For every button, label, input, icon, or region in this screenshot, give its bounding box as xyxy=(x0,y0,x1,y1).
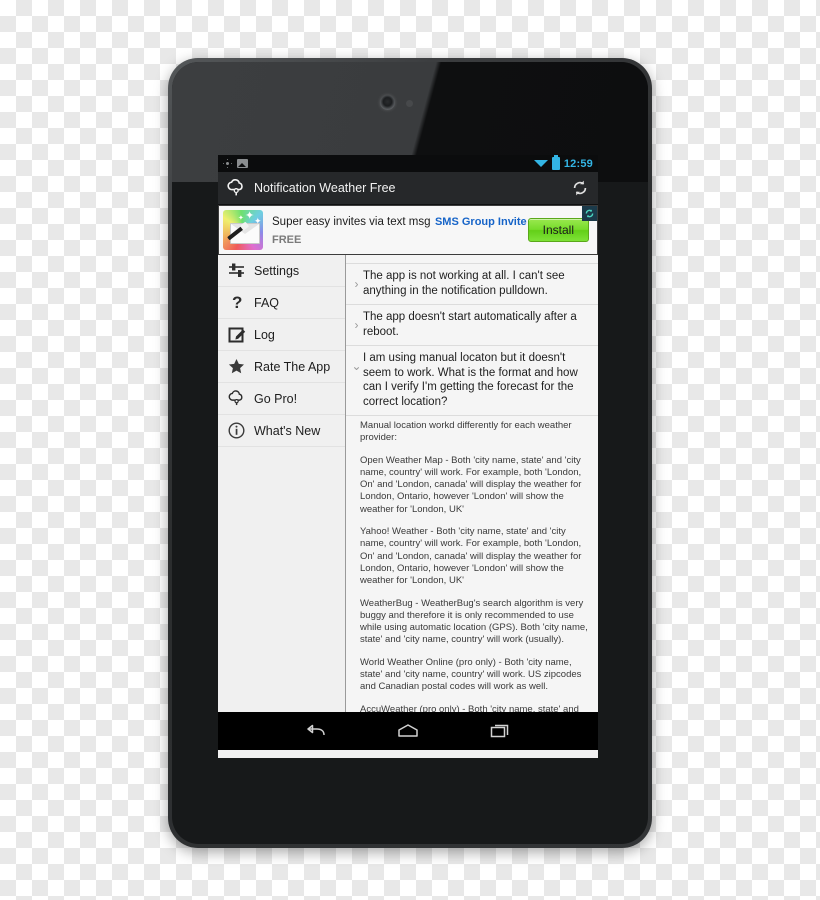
faq-question-partial xyxy=(346,255,598,261)
sidebar-label: FAQ xyxy=(254,295,280,310)
pencil-square-icon xyxy=(227,325,246,344)
faq-answer: Manual location workd differently for ea… xyxy=(346,416,598,712)
sidebar-item-faq[interactable]: ? FAQ xyxy=(218,287,345,319)
ad-price: FREE xyxy=(272,234,302,246)
cloud-raindrop-icon xyxy=(227,389,246,408)
faq-item[interactable]: › The app doesn't start automatically af… xyxy=(346,305,598,346)
faq-item-partial[interactable] xyxy=(346,255,598,264)
status-bar: 12:59 xyxy=(218,155,598,172)
recents-icon[interactable] xyxy=(485,720,515,742)
sliders-icon xyxy=(227,261,246,280)
svg-text:?: ? xyxy=(232,293,242,312)
magic-envelope-icon: ✦ ✦ ✦ xyxy=(223,210,263,250)
chevron-down-icon: ⌄ xyxy=(351,359,362,373)
faq-question: I am using manual locaton but it doesn't… xyxy=(363,352,578,408)
sidebar-item-whats-new[interactable]: What's New xyxy=(218,415,345,447)
ad-text-block: Super easy invites via text msg SMS Grou… xyxy=(272,212,528,248)
question-mark-icon: ? xyxy=(227,293,246,312)
chevron-right-icon: › xyxy=(354,318,359,332)
app-title: Notification Weather Free xyxy=(254,181,396,195)
install-button[interactable]: Install xyxy=(527,218,589,242)
main-content: Settings ? FAQ Log Rate The App Go Pro! … xyxy=(218,255,598,712)
home-icon[interactable] xyxy=(393,720,423,742)
wifi-icon xyxy=(533,160,548,167)
sidebar-item-go-pro[interactable]: Go Pro! xyxy=(218,383,345,415)
battery-icon xyxy=(551,155,560,170)
status-bar-system: 12:59 xyxy=(533,155,593,170)
device-screen: 12:59 Notification Weather Free ✦ ✦ ✦ Su… xyxy=(218,155,598,758)
faq-answer-paragraph: Open Weather Map - Both 'city name, stat… xyxy=(360,454,582,515)
ad-app-name[interactable]: SMS Group Invite xyxy=(435,216,527,228)
faq-item[interactable]: › The app is not working at all. I can't… xyxy=(346,264,598,305)
star-icon xyxy=(227,357,246,376)
back-arrow-icon[interactable] xyxy=(301,720,331,742)
cloud-raindrop-logo xyxy=(226,178,246,197)
refresh-icon[interactable] xyxy=(570,178,590,198)
sidebar-label: What's New xyxy=(254,423,321,438)
brightness-icon xyxy=(223,159,232,168)
front-camera xyxy=(380,95,395,110)
system-navigation-bar xyxy=(218,712,598,750)
rotate-icon[interactable] xyxy=(582,206,597,221)
status-bar-clock: 12:59 xyxy=(563,157,593,170)
faq-question: The app doesn't start automatically afte… xyxy=(363,311,577,338)
faq-list: › The app is not working at all. I can't… xyxy=(346,255,598,712)
faq-answer-paragraph: World Weather Online (pro only) - Both '… xyxy=(360,656,582,693)
faq-item-expanded[interactable]: ⌄ I am using manual locaton but it doesn… xyxy=(346,346,598,416)
sidebar-item-rate-the-app[interactable]: Rate The App xyxy=(218,351,345,383)
faq-answer-paragraph: Yahoo! Weather - Both 'city name, state'… xyxy=(360,526,582,587)
proximity-sensor xyxy=(406,100,413,107)
info-circle-icon xyxy=(227,421,246,440)
ad-headline: Super easy invites via text msg xyxy=(272,216,431,228)
sidebar-label: Go Pro! xyxy=(254,391,298,406)
sidebar-label: Rate The App xyxy=(254,359,331,374)
faq-answer-paragraph: AccuWeather (pro only) - Both 'city name… xyxy=(360,703,579,712)
faq-answer-paragraph: WeatherBug - WeatherBug's search algorit… xyxy=(360,597,588,646)
status-bar-notifications xyxy=(223,159,248,168)
chevron-right-icon: › xyxy=(354,277,359,291)
tablet-device-frame: 12:59 Notification Weather Free ✦ ✦ ✦ Su… xyxy=(168,58,652,848)
advertisement-banner[interactable]: ✦ ✦ ✦ Super easy invites via text msg SM… xyxy=(218,205,598,255)
app-action-bar: Notification Weather Free xyxy=(218,172,598,205)
sidebar-label: Log xyxy=(254,327,275,342)
sidebar-label: Settings xyxy=(254,263,300,278)
faq-answer-paragraph: Manual location workd differently for ea… xyxy=(360,420,572,444)
sidebar-item-log[interactable]: Log xyxy=(218,319,345,351)
navigation-sidebar: Settings ? FAQ Log Rate The App Go Pro! … xyxy=(218,255,346,712)
device-bezel: 12:59 Notification Weather Free ✦ ✦ ✦ Su… xyxy=(172,62,648,844)
photo-icon xyxy=(237,159,248,168)
faq-question: The app is not working at all. I can't s… xyxy=(363,270,565,297)
sidebar-item-settings[interactable]: Settings xyxy=(218,255,345,287)
